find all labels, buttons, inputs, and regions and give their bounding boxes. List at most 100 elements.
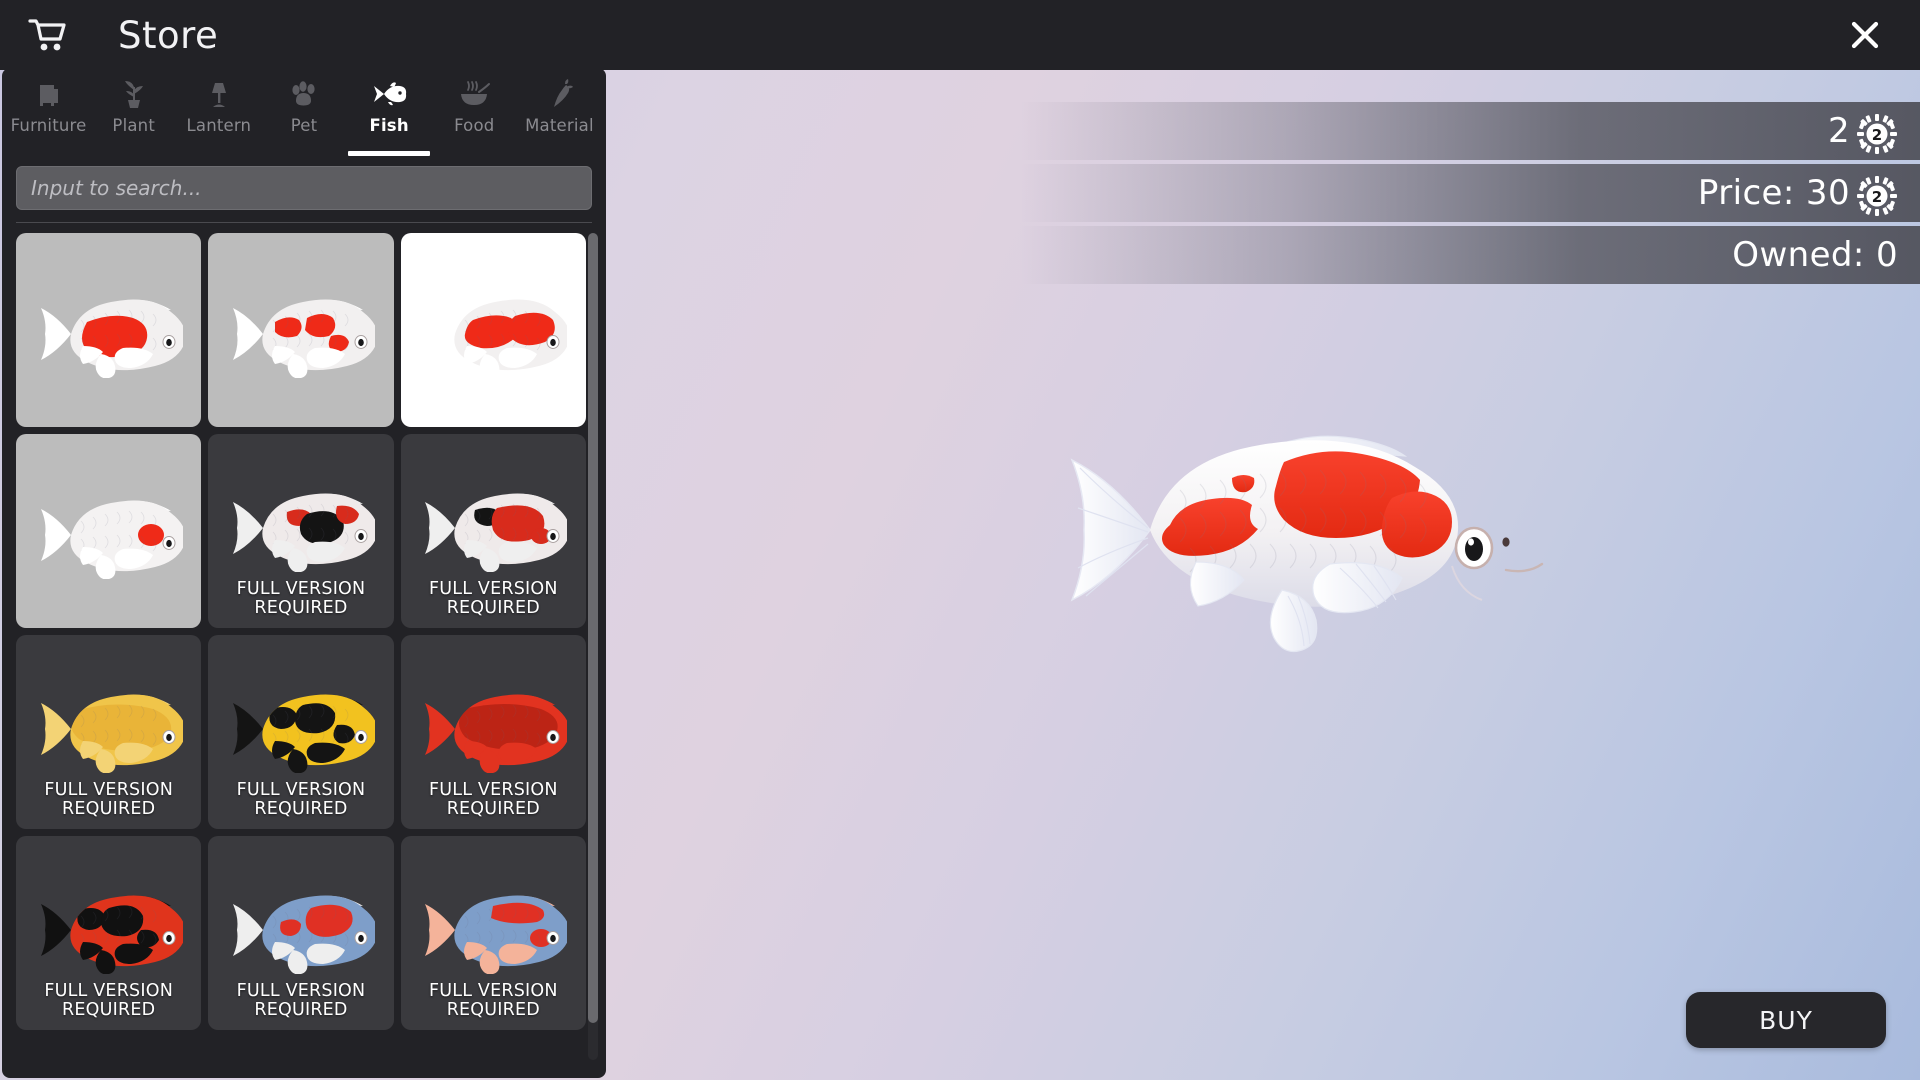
grid-item-koi-yellow-gold[interactable]: FULL VERSION REQUIRED <box>16 635 202 829</box>
fish-thumbnail <box>419 282 568 378</box>
grid-item-koi-black-yellow[interactable]: FULL VERSION REQUIRED <box>208 635 394 829</box>
coin-glyph: 2 <box>1872 126 1882 144</box>
currency-amount: 2 <box>1827 111 1850 151</box>
locked-badge: FULL VERSION REQUIRED <box>16 781 201 819</box>
title-bar: Store <box>0 0 1920 70</box>
coin-icon: 2 <box>1856 175 1898 217</box>
food-bowl-icon <box>457 74 491 114</box>
koi-eye <box>1454 526 1494 570</box>
locked-badge: FULL VERSION REQUIRED <box>401 781 586 819</box>
currency-bar: 2 2 <box>1020 102 1920 160</box>
scrollbar-track[interactable] <box>588 233 598 1060</box>
fish-thumbnail <box>227 476 375 572</box>
mouth <box>1504 562 1544 573</box>
fish-thumbnail <box>227 677 375 773</box>
price-label: Price: 30 <box>1697 173 1850 213</box>
locked-label-line2: REQUIRED <box>254 799 348 820</box>
info-bar-stack: 2 2 Price: 30 2 Owned: 0 <box>1020 102 1920 288</box>
locked-badge: FULL VERSION REQUIRED <box>208 781 393 819</box>
fish-thumbnail <box>35 483 183 579</box>
tab-label: Plant <box>112 116 155 135</box>
locked-label-line1: FULL VERSION <box>236 579 366 600</box>
locked-label-line2: REQUIRED <box>446 1000 540 1021</box>
locked-label-line2: REQUIRED <box>254 1000 348 1021</box>
fish-thumbnail <box>419 476 568 572</box>
locked-badge: FULL VERSION REQUIRED <box>401 982 586 1020</box>
search-input[interactable]: Input to search... <box>16 166 592 210</box>
grid-item-koi-red-white-a[interactable] <box>16 233 202 427</box>
scrollbar-thumb[interactable] <box>588 233 598 1023</box>
fish-thumbnail <box>419 878 568 974</box>
locked-label-line1: FULL VERSION <box>428 981 558 1002</box>
locked-label-line1: FULL VERSION <box>428 780 558 801</box>
locked-badge: FULL VERSION REQUIRED <box>208 982 393 1020</box>
grid-item-koi-red-white-b[interactable] <box>208 233 394 427</box>
tab-lantern[interactable]: Lantern <box>176 68 261 160</box>
tab-label: Material <box>525 116 594 135</box>
item-preview <box>1000 370 1560 690</box>
tab-label: Pet <box>290 116 318 135</box>
locked-label-line1: FULL VERSION <box>428 579 558 600</box>
page-title: Store <box>118 13 219 57</box>
catalog-panel: Furniture Plant Lantern Pet Fish Food Ma… <box>2 68 606 1078</box>
plant-icon <box>117 74 151 114</box>
locked-badge: FULL VERSION REQUIRED <box>401 580 586 618</box>
locked-label-line2: REQUIRED <box>62 1000 156 1021</box>
coin-glyph: 2 <box>1872 188 1882 206</box>
locked-label-line1: FULL VERSION <box>236 981 366 1002</box>
item-grid: FULL VERSION REQUIRED FULL VERSION REQUIRED… <box>16 233 586 1030</box>
grid-item-koi-blue-red-a[interactable]: FULL VERSION REQUIRED <box>208 836 394 1030</box>
tab-fish[interactable]: Fish <box>347 68 432 160</box>
tab-furniture[interactable]: Furniture <box>6 68 91 160</box>
fish-thumbnail <box>419 677 568 773</box>
tab-plant[interactable]: Plant <box>91 68 176 160</box>
carrot-icon <box>542 74 576 114</box>
locked-label-line2: REQUIRED <box>446 799 540 820</box>
nostril <box>1502 537 1510 547</box>
buy-button[interactable]: BUY <box>1686 992 1886 1048</box>
grid-item-koi-red-white-c[interactable] <box>400 233 586 427</box>
tab-food[interactable]: Food <box>432 68 517 160</box>
tail-fin <box>1070 458 1151 602</box>
close-icon[interactable] <box>1840 10 1890 60</box>
tab-label: Furniture <box>10 116 87 135</box>
search-placeholder: Input to search... <box>31 176 202 200</box>
locked-label-line1: FULL VERSION <box>44 780 173 801</box>
grid-item-koi-red-black[interactable]: FULL VERSION REQUIRED <box>16 836 202 1030</box>
furniture-icon <box>32 74 66 114</box>
grid-item-koi-white-red-head[interactable] <box>16 434 202 628</box>
grid-item-koi-showa-red[interactable]: FULL VERSION REQUIRED <box>400 434 586 628</box>
fish-thumbnail <box>227 282 375 378</box>
locked-label-line1: FULL VERSION <box>44 981 173 1002</box>
owned-label: Owned: 0 <box>1732 235 1898 275</box>
owned-bar: Owned: 0 <box>1020 226 1920 284</box>
grid-item-koi-deep-red[interactable]: FULL VERSION REQUIRED <box>400 635 586 829</box>
fish-thumbnail <box>35 282 183 378</box>
price-bar: Price: 30 2 <box>1020 164 1920 222</box>
tab-label: Fish <box>369 116 409 135</box>
fish-icon <box>370 74 408 114</box>
tab-label: Lantern <box>186 116 252 135</box>
locked-label-line2: REQUIRED <box>254 598 348 619</box>
locked-label-line1: FULL VERSION <box>236 780 366 801</box>
locked-label-line2: REQUIRED <box>62 799 156 820</box>
catalog-scroll-area[interactable]: FULL VERSION REQUIRED FULL VERSION REQUIRED… <box>2 223 606 1078</box>
grid-item-koi-blue-red-b[interactable]: FULL VERSION REQUIRED <box>400 836 586 1030</box>
koi-preview-render <box>1070 435 1544 653</box>
store-screen: Store Furniture Plant Lantern Pet Fish F… <box>0 0 1920 1080</box>
locked-label-line2: REQUIRED <box>446 598 540 619</box>
fish-thumbnail <box>227 878 375 974</box>
tab-pet[interactable]: Pet <box>261 68 346 160</box>
buy-button-label: BUY <box>1759 1005 1813 1035</box>
tab-underline <box>348 151 431 156</box>
tab-material[interactable]: Material <box>517 68 602 160</box>
shopping-cart-icon <box>26 15 70 55</box>
paw-icon <box>287 74 321 114</box>
grid-item-koi-showa-black[interactable]: FULL VERSION REQUIRED <box>208 434 394 628</box>
tab-label: Food <box>454 116 495 135</box>
lantern-icon <box>202 74 236 114</box>
coin-icon: 2 <box>1856 113 1898 155</box>
fish-thumbnail <box>35 878 183 974</box>
search-row: Input to search... <box>2 160 606 220</box>
locked-badge: FULL VERSION REQUIRED <box>208 580 393 618</box>
